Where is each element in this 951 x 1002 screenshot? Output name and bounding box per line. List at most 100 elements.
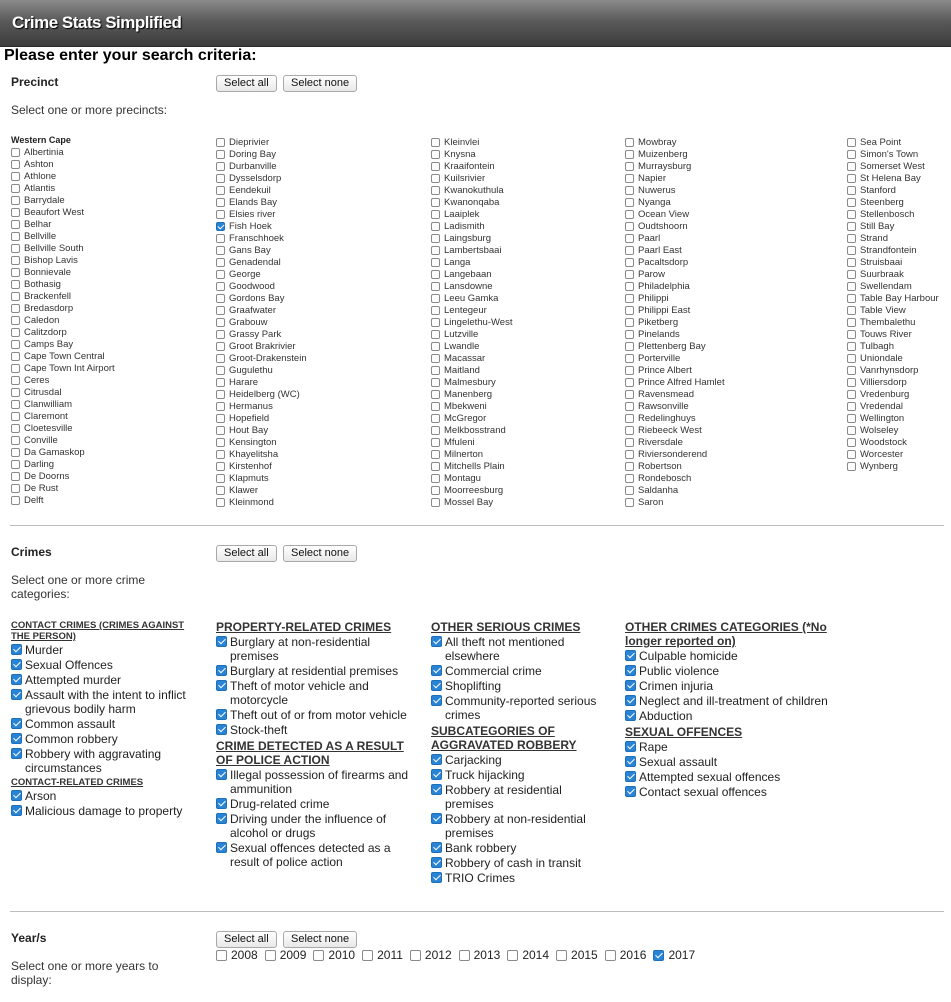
precinct-checkbox[interactable]	[847, 137, 856, 147]
precinct-checkbox[interactable]	[847, 377, 856, 387]
crime-option[interactable]: Carjacking	[431, 753, 611, 767]
crime-option[interactable]: Robbery at residential premises	[431, 783, 611, 811]
precinct-checkbox[interactable]	[431, 185, 440, 195]
precinct-checkbox[interactable]	[216, 281, 225, 291]
precinct-checkbox[interactable]	[431, 305, 440, 315]
precinct-checkbox[interactable]	[216, 245, 225, 255]
precinct-option[interactable]: Dysselsdorp	[216, 172, 307, 184]
precinct-checkbox[interactable]	[625, 149, 634, 159]
precinct-option[interactable]: Muizenberg	[625, 148, 725, 160]
crime-option[interactable]: Community-reported serious crimes	[431, 694, 611, 722]
precinct-option[interactable]: Somerset West	[847, 160, 939, 172]
precinct-option[interactable]: Bishop Lavis	[11, 254, 115, 266]
precinct-option[interactable]: Gans Bay	[216, 244, 307, 256]
precinct-option[interactable]: Bellville South	[11, 242, 115, 254]
precinct-checkbox[interactable]	[431, 161, 440, 171]
precinct-checkbox[interactable]	[847, 437, 856, 447]
precinct-checkbox[interactable]	[431, 245, 440, 255]
precinct-checkbox[interactable]	[11, 459, 20, 469]
precinct-option[interactable]: Saron	[625, 496, 725, 508]
crime-checkbox[interactable]	[11, 805, 22, 816]
precinct-checkbox[interactable]	[11, 447, 20, 457]
precinct-option[interactable]: Stanford	[847, 184, 939, 196]
precinct-checkbox[interactable]	[625, 329, 634, 339]
precinct-checkbox[interactable]	[847, 317, 856, 327]
precinct-checkbox[interactable]	[11, 267, 20, 277]
precinct-checkbox[interactable]	[431, 197, 440, 207]
year-option[interactable]: 2016	[604, 948, 646, 962]
precinct-checkbox[interactable]	[431, 137, 440, 147]
precinct-option[interactable]: Bothasig	[11, 278, 115, 290]
precinct-option[interactable]: Atlantis	[11, 182, 115, 194]
precinct-option[interactable]: Prince Albert	[625, 364, 725, 376]
precinct-checkbox[interactable]	[11, 375, 20, 385]
precinct-checkbox[interactable]	[625, 317, 634, 327]
precinct-option[interactable]: Mowbray	[625, 136, 725, 148]
precinct-checkbox[interactable]	[625, 341, 634, 351]
precinct-checkbox[interactable]	[431, 209, 440, 219]
year-option[interactable]: 2011	[362, 948, 403, 962]
precinct-option[interactable]: Tulbagh	[847, 340, 939, 352]
precinct-option[interactable]: Philippi	[625, 292, 725, 304]
crime-option[interactable]: Crimen injuria	[625, 679, 840, 693]
year-checkbox[interactable]	[264, 949, 276, 961]
precinct-option[interactable]: Conville	[11, 434, 115, 446]
precinct-checkbox[interactable]	[11, 255, 20, 265]
precinct-checkbox[interactable]	[431, 257, 440, 267]
precinct-option[interactable]: Hopefield	[216, 412, 307, 424]
precinct-checkbox[interactable]	[11, 423, 20, 433]
crime-checkbox[interactable]	[216, 709, 227, 720]
precinct-option[interactable]: Nuwerus	[625, 184, 725, 196]
crime-option[interactable]: Assault with the intent to inflict griev…	[11, 688, 201, 716]
crime-option[interactable]: TRIO Crimes	[431, 871, 611, 885]
precinct-checkbox[interactable]	[11, 471, 20, 481]
precinct-checkbox[interactable]	[431, 485, 440, 495]
precinct-checkbox[interactable]	[847, 401, 856, 411]
precinct-checkbox[interactable]	[431, 269, 440, 279]
precinct-checkbox[interactable]	[847, 281, 856, 291]
crime-option[interactable]: Stock-theft	[216, 723, 416, 737]
precinct-checkbox[interactable]	[431, 461, 440, 471]
precinct-option[interactable]: Saldanha	[625, 484, 725, 496]
precinct-option[interactable]: Laingsburg	[431, 232, 512, 244]
precinct-checkbox[interactable]	[216, 485, 225, 495]
precinct-checkbox[interactable]	[847, 209, 856, 219]
crime-checkbox[interactable]	[431, 769, 442, 780]
precinct-option[interactable]: Cape Town Central	[11, 350, 115, 362]
precinct-option[interactable]: Melkbosstrand	[431, 424, 512, 436]
precinct-checkbox[interactable]	[847, 269, 856, 279]
precinct-option[interactable]: Grabouw	[216, 316, 307, 328]
precinct-option[interactable]: Calitzdorp	[11, 326, 115, 338]
year-checkbox[interactable]	[313, 949, 325, 961]
precinct-checkbox[interactable]	[216, 413, 225, 423]
precinct-option[interactable]: Rawsonville	[625, 400, 725, 412]
precinct-checkbox[interactable]	[847, 245, 856, 255]
precinct-option[interactable]: Kwanonqaba	[431, 196, 512, 208]
precinct-option[interactable]: De Rust	[11, 482, 115, 494]
crime-checkbox[interactable]	[216, 842, 227, 853]
precinct-select-all-button[interactable]: Select all	[216, 75, 277, 92]
crime-option[interactable]: Public violence	[625, 664, 840, 678]
precinct-checkbox[interactable]	[11, 495, 20, 505]
year-option[interactable]: 2010	[313, 948, 355, 962]
precinct-checkbox[interactable]	[431, 233, 440, 243]
crime-option[interactable]: Attempted murder	[11, 673, 201, 687]
precinct-option[interactable]: Sea Point	[847, 136, 939, 148]
precinct-option[interactable]: Moorreesburg	[431, 484, 512, 496]
precinct-checkbox[interactable]	[216, 365, 225, 375]
crime-checkbox[interactable]	[11, 790, 22, 801]
precinct-checkbox[interactable]	[11, 159, 20, 169]
precinct-option[interactable]: George	[216, 268, 307, 280]
precinct-checkbox[interactable]	[625, 245, 634, 255]
precinct-option[interactable]: Langa	[431, 256, 512, 268]
precinct-checkbox[interactable]	[216, 425, 225, 435]
precinct-option[interactable]: De Doorns	[11, 470, 115, 482]
precinct-option[interactable]: Uniondale	[847, 352, 939, 364]
precinct-checkbox[interactable]	[847, 257, 856, 267]
crime-option[interactable]: Bank robbery	[431, 841, 611, 855]
precinct-checkbox[interactable]	[216, 449, 225, 459]
year-option[interactable]: 2013	[458, 948, 500, 962]
precinct-checkbox[interactable]	[625, 353, 634, 363]
precinct-option[interactable]: Plettenberg Bay	[625, 340, 725, 352]
precinct-checkbox[interactable]	[847, 221, 856, 231]
